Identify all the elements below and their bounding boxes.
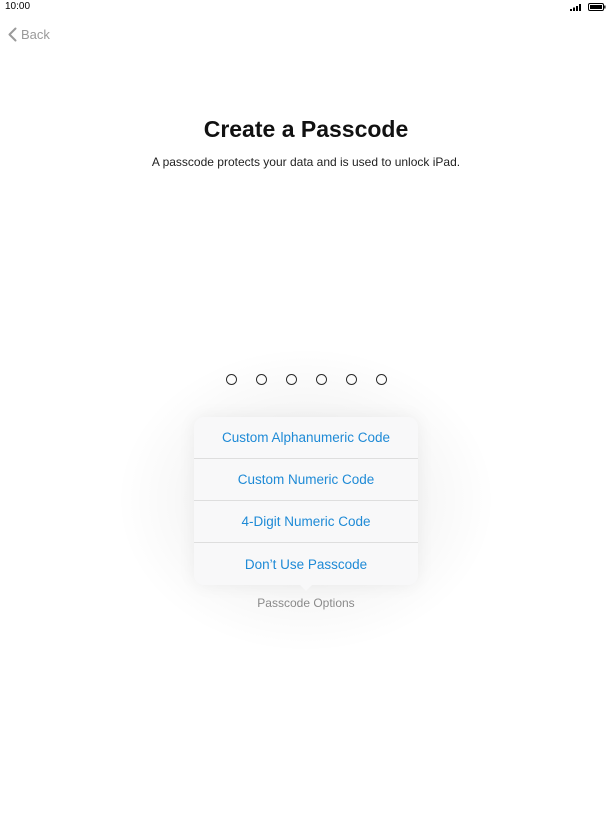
passcode-options-menu: Custom Alphanumeric Code Custom Numeric … bbox=[194, 417, 418, 585]
passcode-dot bbox=[375, 374, 387, 385]
passcode-dot bbox=[315, 374, 327, 385]
passcode-dot bbox=[225, 374, 237, 385]
popover-arrow bbox=[298, 583, 314, 591]
page-subtitle: A passcode protects your data and is use… bbox=[151, 155, 461, 169]
option-custom-numeric[interactable]: Custom Numeric Code bbox=[194, 459, 418, 501]
status-bar: 10:00 bbox=[0, 0, 612, 14]
passcode-dot bbox=[255, 374, 267, 385]
passcode-dots bbox=[0, 374, 612, 385]
passcode-options-button[interactable]: Passcode Options bbox=[0, 596, 612, 610]
back-label: Back bbox=[21, 26, 50, 42]
option-4-digit-numeric[interactable]: 4-Digit Numeric Code bbox=[194, 501, 418, 543]
option-dont-use-passcode[interactable]: Don’t Use Passcode bbox=[194, 543, 418, 585]
page-title: Create a Passcode bbox=[203, 116, 409, 142]
battery-icon bbox=[588, 3, 606, 11]
chevron-left-icon bbox=[8, 27, 17, 41]
signal-icon bbox=[570, 4, 581, 11]
option-custom-alphanumeric[interactable]: Custom Alphanumeric Code bbox=[194, 417, 418, 459]
passcode-dot bbox=[285, 374, 297, 385]
back-button[interactable]: Back bbox=[8, 24, 50, 44]
status-time: 10:00 bbox=[5, 1, 31, 12]
passcode-dot bbox=[345, 374, 357, 385]
